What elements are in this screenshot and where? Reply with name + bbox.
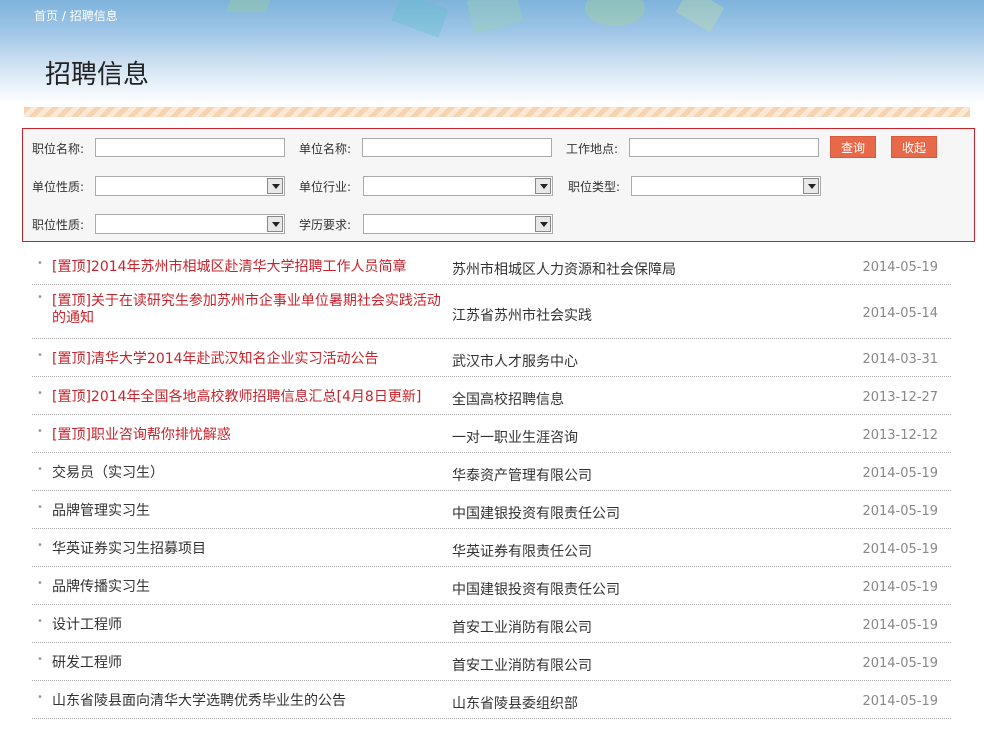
listing-organization: 江苏省苏州市社会实践	[452, 308, 592, 324]
listing-row: • [置顶]职业咨询帮你排忧解惑 一对一职业生涯咨询 2013-12-12	[32, 415, 951, 453]
listing-title-link[interactable]: [置顶]2014年苏州市相城区赴清华大学招聘工作人员简章	[52, 259, 447, 276]
listing-row: • [置顶]清华大学2014年赴武汉知名企业实习活动公告 武汉市人才服务中心 2014…	[32, 339, 951, 377]
breadcrumb-home-link[interactable]: 首页	[34, 9, 58, 23]
bullet-icon: •	[37, 464, 43, 475]
education-label: 学历要求:	[299, 218, 352, 232]
listing-title-link[interactable]: [置顶]关于在读研究生参加苏州市企事业单位暑期社会实践活动的通知	[52, 293, 447, 327]
query-button[interactable]: 查询	[830, 136, 876, 158]
location-input[interactable]	[629, 138, 819, 157]
decorative-stripe	[24, 107, 970, 117]
listing-date: 2013-12-12	[862, 428, 938, 443]
search-form: 职位名称: 单位名称: 工作地点: 查询 收起 单位性质: 单位行业: 职位类型…	[22, 128, 975, 242]
company-industry-select[interactable]	[363, 176, 553, 196]
listing-organization: 全国高校招聘信息	[452, 392, 564, 408]
bullet-icon: •	[37, 540, 43, 551]
listing-title-link[interactable]: 研发工程师	[52, 655, 447, 672]
listing-date: 2014-05-19	[862, 580, 938, 595]
position-nature-label: 职位性质:	[32, 218, 85, 232]
breadcrumb-current: 招聘信息	[69, 9, 118, 23]
listing-date: 2014-05-19	[862, 656, 938, 671]
bullet-icon: •	[37, 258, 43, 269]
listing-date: 2014-05-19	[862, 618, 938, 633]
company-nature-select[interactable]	[95, 176, 285, 196]
listing-organization: 华泰资产管理有限公司	[452, 468, 592, 484]
job-listing: • [置顶]2014年苏州市相城区赴清华大学招聘工作人员简章 苏州市相城区人力资源和…	[32, 248, 951, 719]
listing-title-link[interactable]: 华英证券实习生招募项目	[52, 541, 447, 558]
bullet-icon: •	[37, 426, 43, 437]
listing-date: 2014-05-19	[862, 542, 938, 557]
listing-date: 2013-12-27	[862, 390, 938, 405]
listing-row: • 交易员（实习生） 华泰资产管理有限公司 2014-05-19	[32, 453, 951, 491]
location-label: 工作地点:	[566, 142, 619, 156]
listing-title-link[interactable]: 品牌传播实习生	[52, 579, 447, 596]
listing-title-link[interactable]: [置顶]清华大学2014年赴武汉知名企业实习活动公告	[52, 351, 447, 368]
banner-decoration	[391, 0, 449, 38]
breadcrumb-separator: /	[61, 9, 66, 23]
collapse-button[interactable]: 收起	[891, 136, 937, 158]
chevron-down-icon[interactable]	[535, 216, 551, 232]
chevron-down-icon[interactable]	[267, 216, 283, 232]
listing-organization: 苏州市相城区人力资源和社会保障局	[452, 262, 676, 278]
position-name-label: 职位名称:	[32, 142, 85, 156]
listing-row: • 设计工程师 首安工业消防有限公司 2014-05-19	[32, 605, 951, 643]
listing-row: • [置顶]2014年全国各地高校教师招聘信息汇总[4月8日更新] 全国高校招聘信息…	[32, 377, 951, 415]
listing-title-link[interactable]: 设计工程师	[52, 617, 447, 634]
listing-organization: 首安工业消防有限公司	[452, 658, 592, 674]
listing-organization: 武汉市人才服务中心	[452, 354, 578, 370]
listing-row: • 华英证券实习生招募项目 华英证券有限责任公司 2014-05-19	[32, 529, 951, 567]
banner-decoration	[585, 0, 645, 26]
chevron-down-icon[interactable]	[535, 178, 551, 194]
company-industry-label: 单位行业:	[299, 180, 352, 194]
bullet-icon: •	[37, 578, 43, 589]
position-type-select[interactable]	[631, 176, 821, 196]
listing-title-link[interactable]: 交易员（实习生）	[52, 465, 447, 482]
bullet-icon: •	[37, 692, 43, 703]
listing-organization: 中国建银投资有限责任公司	[452, 506, 620, 522]
position-nature-select[interactable]	[95, 214, 285, 234]
bullet-icon: •	[37, 350, 43, 361]
listing-organization: 山东省陵县委组织部	[452, 696, 578, 712]
education-select[interactable]	[363, 214, 553, 234]
banner-decoration	[225, 0, 275, 12]
listing-row: • 品牌管理实习生 中国建银投资有限责任公司 2014-05-19	[32, 491, 951, 529]
bullet-icon: •	[37, 502, 43, 513]
company-name-input[interactable]	[362, 138, 552, 157]
page-title: 招聘信息	[45, 60, 150, 90]
chevron-down-icon[interactable]	[267, 178, 283, 194]
bullet-icon: •	[37, 616, 43, 627]
listing-date: 2014-05-14	[862, 306, 938, 321]
banner-decoration	[675, 0, 725, 33]
listing-date: 2014-05-19	[862, 694, 938, 709]
company-nature-label: 单位性质:	[32, 180, 85, 194]
listing-organization: 首安工业消防有限公司	[452, 620, 592, 636]
listing-date: 2014-05-19	[862, 466, 938, 481]
listing-row: • 研发工程师 首安工业消防有限公司 2014-05-19	[32, 643, 951, 681]
company-name-label: 单位名称:	[299, 142, 352, 156]
bullet-icon: •	[37, 388, 43, 399]
listing-row: • 山东省陵县面向清华大学选聘优秀毕业生的公告 山东省陵县委组织部 2014-05-1…	[32, 681, 951, 719]
listing-row: • 品牌传播实习生 中国建银投资有限责任公司 2014-05-19	[32, 567, 951, 605]
position-type-label: 职位类型:	[568, 180, 621, 194]
listing-row: • [置顶]2014年苏州市相城区赴清华大学招聘工作人员简章 苏州市相城区人力资源和…	[32, 248, 951, 285]
position-name-input[interactable]	[95, 138, 285, 157]
listing-organization: 一对一职业生涯咨询	[452, 430, 578, 446]
listing-date: 2014-05-19	[862, 260, 938, 275]
breadcrumb: 首页 / 招聘信息	[34, 7, 118, 24]
bullet-icon: •	[37, 654, 43, 665]
listing-organization: 华英证券有限责任公司	[452, 544, 592, 560]
listing-title-link[interactable]: [置顶]2014年全国各地高校教师招聘信息汇总[4月8日更新]	[52, 389, 447, 406]
chevron-down-icon[interactable]	[803, 178, 819, 194]
header-banner: 首页 / 招聘信息 招聘信息	[0, 0, 984, 104]
listing-date: 2014-05-19	[862, 504, 938, 519]
listing-title-link[interactable]: 品牌管理实习生	[52, 503, 447, 520]
listing-date: 2014-03-31	[862, 352, 938, 367]
listing-row: • [置顶]关于在读研究生参加苏州市企事业单位暑期社会实践活动的通知 江苏省苏州市社…	[32, 285, 951, 339]
listing-title-link[interactable]: 山东省陵县面向清华大学选聘优秀毕业生的公告	[52, 693, 447, 710]
listing-organization: 中国建银投资有限责任公司	[452, 582, 620, 598]
listing-title-link[interactable]: [置顶]职业咨询帮你排忧解惑	[52, 427, 447, 444]
bullet-icon: •	[37, 292, 43, 303]
banner-decoration	[466, 0, 524, 34]
